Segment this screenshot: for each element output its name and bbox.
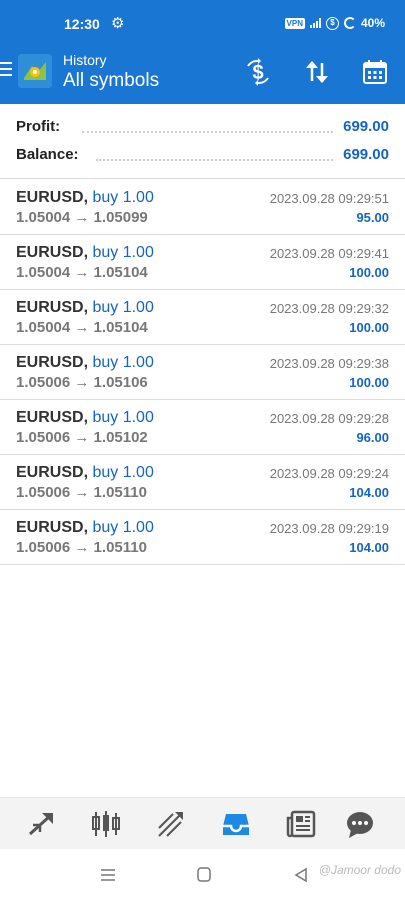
section-title: History	[63, 52, 107, 68]
deal-side: buy 1.00	[92, 409, 154, 426]
signal-icon	[309, 18, 321, 28]
deal-side: buy 1.00	[92, 244, 154, 261]
dollar-sync-icon[interactable]: $	[244, 58, 272, 86]
trade-icon[interactable]	[155, 808, 187, 840]
bottom-tab-bar	[0, 797, 405, 849]
balance-row: Balance: 699.00	[16, 146, 389, 166]
symbol-filter[interactable]: All symbols	[63, 68, 159, 94]
battery-level: 40%	[360, 16, 385, 30]
deal-symbol-line: EURUSD, buy 1.00	[16, 409, 154, 427]
account-summary: Profit: 699.00 Balance: 699.00	[0, 104, 405, 179]
vpn-badge: VPN	[284, 17, 305, 29]
chart-icon[interactable]	[90, 808, 122, 840]
deal-row[interactable]: EURUSD, buy 1.00 1.05006 → 1.05106 2023.…	[0, 345, 405, 400]
settings-gear-icon: ⚙	[111, 15, 125, 32]
deal-side: buy 1.00	[92, 189, 154, 206]
back-icon[interactable]	[292, 867, 310, 883]
balance-value: 699.00	[343, 146, 389, 163]
news-icon[interactable]	[285, 808, 317, 840]
status-time: 12:30	[64, 16, 100, 32]
deal-row[interactable]: EURUSD, buy 1.00 1.05006 → 1.05110 2023.…	[0, 455, 405, 510]
deal-symbol: EURUSD,	[16, 409, 89, 426]
deal-row[interactable]: EURUSD, buy 1.00 1.05004 → 1.05104 2023.…	[0, 290, 405, 345]
deal-row[interactable]: EURUSD, buy 1.00 1.05006 → 1.05102 2023.…	[0, 400, 405, 455]
deal-symbol: EURUSD,	[16, 244, 89, 261]
deal-profit: 96.00	[356, 430, 389, 445]
deal-time: 2023.09.28 09:29:19	[269, 521, 389, 536]
watermark-text: @Jamoor dodo	[318, 863, 401, 877]
deal-symbol-line: EURUSD, buy 1.00	[16, 189, 154, 207]
deal-prices: 1.05004 → 1.05104	[16, 264, 148, 281]
deal-side: buy 1.00	[92, 354, 154, 371]
deal-profit: 100.00	[349, 265, 389, 280]
deal-time: 2023.09.28 09:29:28	[269, 411, 389, 426]
recent-apps-icon[interactable]	[99, 867, 117, 883]
profit-value: 699.00	[343, 118, 389, 135]
deal-row[interactable]: EURUSD, buy 1.00 1.05004 → 1.05104 2023.…	[0, 235, 405, 290]
deal-symbol: EURUSD,	[16, 354, 89, 371]
deal-prices: 1.05006 → 1.05110	[16, 539, 147, 556]
sort-icon[interactable]	[303, 58, 331, 86]
deal-prices: 1.05004 → 1.05104	[16, 319, 148, 336]
deals-list: EURUSD, buy 1.00 1.05004 → 1.05099 2023.…	[0, 180, 405, 565]
coin-icon: $	[325, 16, 339, 30]
battery-icon	[343, 17, 356, 29]
status-bar: 12:30 ⚙ VPN $ 40%	[0, 0, 405, 48]
deal-time: 2023.09.28 09:29:32	[269, 301, 389, 316]
balance-label: Balance:	[16, 146, 83, 163]
menu-icon[interactable]	[0, 62, 12, 78]
home-icon[interactable]	[195, 867, 213, 883]
deal-profit: 95.00	[356, 210, 389, 225]
deal-symbol-line: EURUSD, buy 1.00	[16, 519, 154, 537]
deal-symbol-line: EURUSD, buy 1.00	[16, 244, 154, 262]
deal-time: 2023.09.28 09:29:38	[269, 356, 389, 371]
deal-side: buy 1.00	[92, 519, 154, 536]
deal-row[interactable]: EURUSD, buy 1.00 1.05006 → 1.05110 2023.…	[0, 510, 405, 565]
deal-prices: 1.05006 → 1.05106	[16, 374, 148, 391]
deal-time: 2023.09.28 09:29:24	[269, 466, 389, 481]
deal-profit: 100.00	[349, 320, 389, 335]
deal-symbol-line: EURUSD, buy 1.00	[16, 299, 154, 317]
deal-symbol-line: EURUSD, buy 1.00	[16, 464, 154, 482]
system-nav-bar: @Jamoor dodo	[0, 849, 405, 900]
calendar-icon[interactable]	[361, 58, 389, 86]
profit-dots	[82, 131, 333, 133]
deal-profit: 100.00	[349, 375, 389, 390]
deal-symbol-line: EURUSD, buy 1.00	[16, 354, 154, 372]
metatrader-logo-icon	[18, 54, 52, 88]
deal-time: 2023.09.28 09:29:41	[269, 246, 389, 261]
app-header: 12:30 ⚙ VPN $ 40% History All symbols $	[0, 0, 405, 104]
profit-row: Profit: 699.00	[16, 118, 389, 138]
profit-label: Profit:	[16, 118, 65, 135]
deal-side: buy 1.00	[92, 299, 154, 316]
deal-symbol: EURUSD,	[16, 189, 89, 206]
deal-symbol: EURUSD,	[16, 519, 89, 536]
quotes-icon[interactable]	[25, 808, 57, 840]
deal-time: 2023.09.28 09:29:51	[269, 191, 389, 206]
history-icon[interactable]	[220, 808, 252, 840]
status-indicators: VPN $ 40%	[284, 16, 385, 30]
deal-profit: 104.00	[349, 540, 389, 555]
deal-symbol: EURUSD,	[16, 299, 89, 316]
deal-profit: 104.00	[349, 485, 389, 500]
deal-symbol: EURUSD,	[16, 464, 89, 481]
title-block[interactable]: History All symbols	[63, 52, 159, 94]
deal-side: buy 1.00	[92, 464, 154, 481]
deal-prices: 1.05004 → 1.05099	[16, 209, 148, 226]
messages-icon[interactable]	[344, 808, 376, 840]
balance-dots	[96, 159, 333, 161]
deal-row[interactable]: EURUSD, buy 1.00 1.05004 → 1.05099 2023.…	[0, 180, 405, 235]
deal-prices: 1.05006 → 1.05102	[16, 429, 148, 446]
deal-prices: 1.05006 → 1.05110	[16, 484, 147, 501]
app-bar: History All symbols $	[0, 48, 405, 104]
